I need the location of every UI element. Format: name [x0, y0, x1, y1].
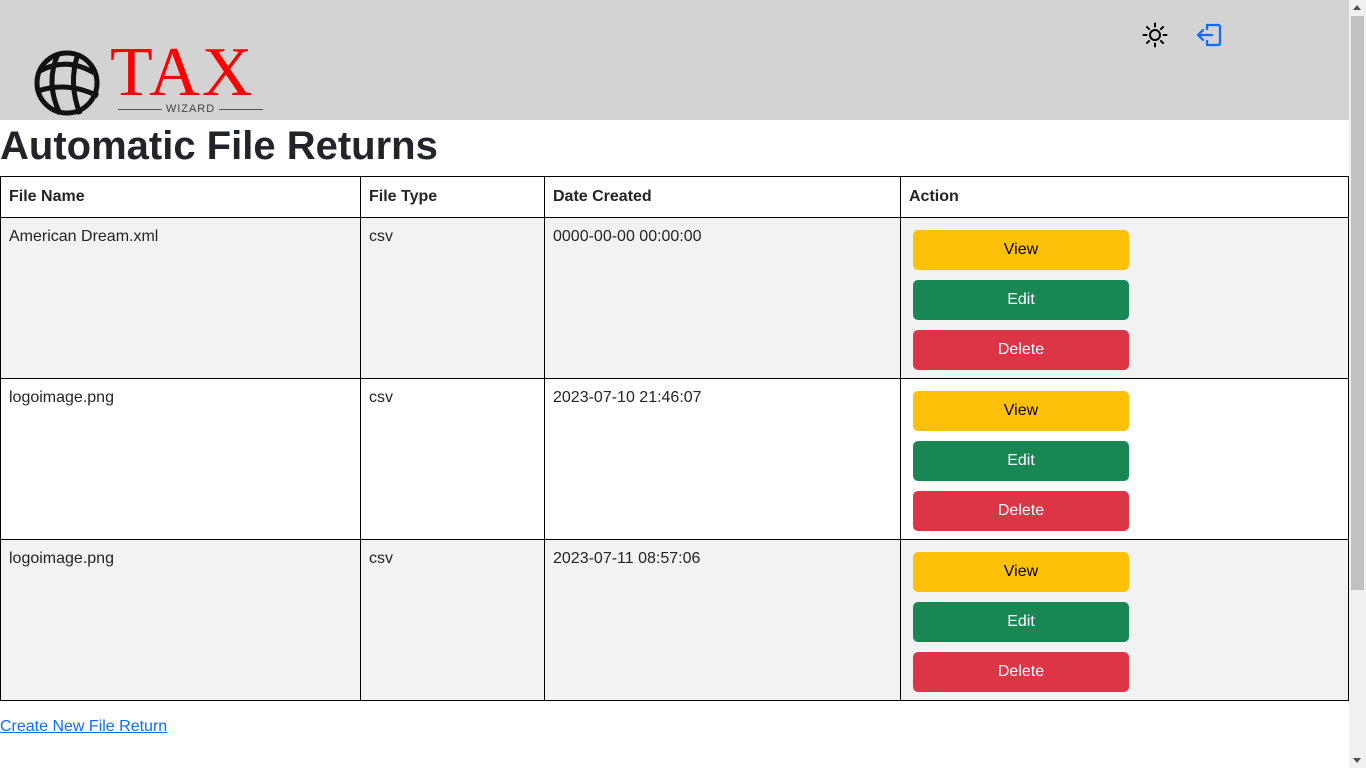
scroll-down-arrow-icon[interactable] — [1353, 758, 1361, 763]
site-header: TAX WIZARD — [0, 0, 1349, 120]
tax-wizard-logo[interactable]: TAX WIZARD — [30, 38, 280, 118]
logo-divider — [219, 108, 264, 110]
file-type-cell: csv — [360, 539, 545, 701]
delete-button[interactable]: Delete — [913, 330, 1129, 370]
column-header-date-created: Date Created — [544, 176, 901, 218]
theme-toggle-button[interactable] — [1140, 20, 1170, 50]
create-new-file-return-link[interactable]: Create New File Return — [0, 718, 167, 736]
delete-button[interactable]: Delete — [913, 652, 1129, 692]
scrollbar-thumb[interactable] — [1351, 16, 1364, 590]
file-type-cell: csv — [360, 217, 545, 379]
table-header-row: File Name File Type Date Created Action — [0, 176, 1349, 218]
scroll-up-arrow-icon[interactable] — [1353, 5, 1361, 10]
file-returns-table: File Name File Type Date Created Action … — [0, 176, 1349, 701]
column-header-action: Action — [900, 176, 1349, 218]
delete-button[interactable]: Delete — [913, 491, 1129, 531]
date-created-cell: 0000-00-00 00:00:00 — [544, 217, 901, 379]
logout-icon — [1196, 23, 1222, 47]
action-cell: View Edit Delete — [900, 378, 1349, 540]
vertical-scrollbar[interactable] — [1349, 0, 1366, 768]
logo-subtext-label: WIZARD — [165, 103, 216, 115]
edit-button[interactable]: Edit — [913, 280, 1129, 320]
file-type-cell: csv — [360, 378, 545, 540]
header-actions — [1140, 20, 1224, 50]
view-button[interactable]: View — [913, 391, 1129, 431]
edit-button[interactable]: Edit — [913, 602, 1129, 642]
action-cell: View Edit Delete — [900, 217, 1349, 379]
file-name-cell: logoimage.png — [0, 539, 361, 701]
column-header-file-type: File Type — [360, 176, 545, 218]
page: TAX WIZARD Automatic File Returns File N… — [0, 0, 1349, 768]
logo-subtext: WIZARD — [118, 101, 264, 117]
table-row: logoimage.png csv 2023-07-11 08:57:06 Vi… — [0, 539, 1349, 701]
logout-button[interactable] — [1194, 20, 1224, 50]
table-row: American Dream.xml csv 0000-00-00 00:00:… — [0, 217, 1349, 379]
logo-text: TAX — [110, 34, 255, 111]
page-title: Automatic File Returns — [0, 124, 438, 168]
file-name-cell: logoimage.png — [0, 378, 361, 540]
sun-icon — [1142, 22, 1168, 48]
logo-divider — [118, 108, 162, 110]
view-button[interactable]: View — [913, 230, 1129, 270]
action-cell: View Edit Delete — [900, 539, 1349, 701]
edit-button[interactable]: Edit — [913, 441, 1129, 481]
table-row: logoimage.png csv 2023-07-10 21:46:07 Vi… — [0, 378, 1349, 540]
column-header-file-name: File Name — [0, 176, 361, 218]
globe-icon — [34, 50, 100, 116]
file-name-cell: American Dream.xml — [0, 217, 361, 379]
date-created-cell: 2023-07-10 21:46:07 — [544, 378, 901, 540]
view-button[interactable]: View — [913, 552, 1129, 592]
date-created-cell: 2023-07-11 08:57:06 — [544, 539, 901, 701]
